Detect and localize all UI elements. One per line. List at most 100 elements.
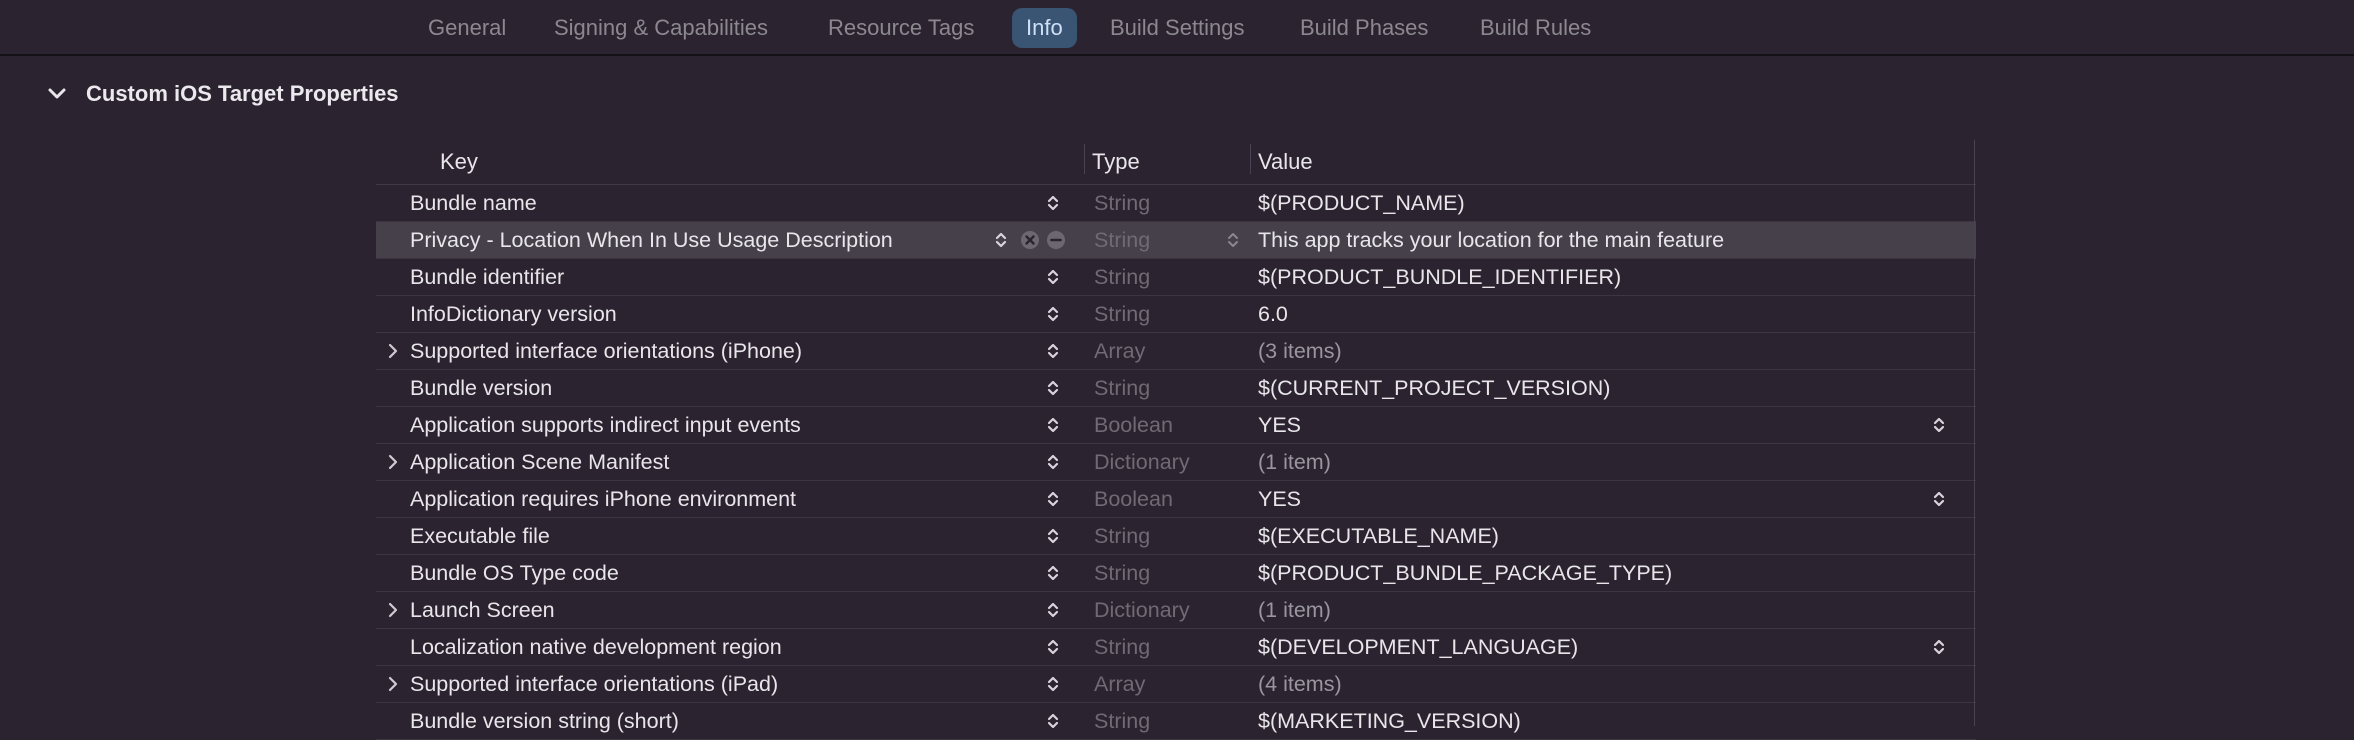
info-plist-table: Key Type Value Bundle name String $(PRODUC… — [376, 140, 1976, 740]
table-right-border — [1974, 140, 1975, 726]
row-type: Dictionary — [1094, 598, 1190, 622]
row-value[interactable]: $(PRODUCT_BUNDLE_PACKAGE_TYPE) — [1258, 555, 1672, 591]
table-row[interactable]: Supported interface orientations (iPhone… — [376, 333, 1976, 370]
tab-resource-tags[interactable]: Resource Tags — [814, 8, 988, 48]
tab-build-phases[interactable]: Build Phases — [1286, 8, 1442, 48]
table-row[interactable]: Executable file String $(EXECUTABLE_NAME) — [376, 518, 1976, 555]
value-stepper-icon[interactable] — [1928, 488, 1950, 510]
row-type: String — [1094, 524, 1151, 548]
key-stepper-icon[interactable] — [1042, 303, 1064, 325]
table-row[interactable]: Bundle version string (short) String $(MAR… — [376, 703, 1976, 740]
tab-build-settings[interactable]: Build Settings — [1096, 8, 1259, 48]
row-value[interactable]: (3 items) — [1258, 333, 1342, 369]
row-type: Array — [1094, 672, 1146, 696]
row-key[interactable]: Application supports indirect input even… — [410, 407, 801, 443]
row-key[interactable]: InfoDictionary version — [410, 296, 617, 332]
row-key[interactable]: Supported interface orientations (iPhone… — [410, 333, 802, 369]
column-header-type[interactable]: Type — [1092, 140, 1140, 184]
chevron-right-icon[interactable] — [382, 451, 404, 473]
row-value[interactable]: $(PRODUCT_NAME) — [1258, 185, 1465, 221]
key-stepper-icon[interactable] — [1042, 673, 1064, 695]
table-row[interactable]: Launch Screen Dictionary (1 item) — [376, 592, 1976, 629]
row-value[interactable]: (1 item) — [1258, 592, 1331, 628]
key-stepper-icon[interactable] — [1042, 562, 1064, 584]
type-stepper-icon[interactable] — [1222, 229, 1244, 251]
table-row[interactable]: Application requires iPhone environment B… — [376, 481, 1976, 518]
key-stepper-icon[interactable] — [1042, 599, 1064, 621]
row-key[interactable]: Supported interface orientations (iPad) — [410, 666, 778, 702]
row-key[interactable]: Bundle version — [410, 370, 552, 406]
tab-info[interactable]: Info — [1012, 8, 1077, 48]
add-row-icon[interactable] — [1020, 230, 1040, 250]
tab-general[interactable]: General — [414, 8, 520, 48]
row-key[interactable]: Executable file — [410, 518, 550, 554]
tab-signing-capabilities[interactable]: Signing & Capabilities — [540, 8, 782, 48]
table-row[interactable]: Application supports indirect input even… — [376, 407, 1976, 444]
table-row[interactable]: Bundle identifier String $(PRODUCT_BUNDLE_… — [376, 259, 1976, 296]
key-stepper-icon[interactable] — [1042, 488, 1064, 510]
table-row[interactable]: Supported interface orientations (iPad) A… — [376, 666, 1976, 703]
value-stepper-icon[interactable] — [1928, 636, 1950, 658]
column-divider[interactable] — [1084, 144, 1085, 174]
row-key[interactable]: Application requires iPhone environment — [410, 481, 796, 517]
key-stepper-icon[interactable] — [1042, 192, 1064, 214]
key-stepper-icon[interactable] — [1042, 377, 1064, 399]
row-type: Boolean — [1094, 413, 1173, 437]
value-stepper-icon[interactable] — [1928, 414, 1950, 436]
row-value[interactable]: $(CURRENT_PROJECT_VERSION) — [1258, 370, 1610, 406]
row-value[interactable]: This app tracks your location for the ma… — [1258, 222, 1724, 258]
row-key[interactable]: Bundle identifier — [410, 259, 564, 295]
key-stepper-icon[interactable] — [990, 229, 1012, 251]
row-value[interactable]: YES — [1258, 407, 1301, 443]
row-type: String — [1094, 228, 1151, 252]
row-value[interactable]: $(PRODUCT_BUNDLE_IDENTIFIER) — [1258, 259, 1621, 295]
row-value[interactable]: $(EXECUTABLE_NAME) — [1258, 518, 1499, 554]
table-row[interactable]: Bundle OS Type code String $(PRODUCT_BUNDL… — [376, 555, 1976, 592]
row-key[interactable]: Application Scene Manifest — [410, 444, 669, 480]
table-row[interactable]: Bundle version String $(CURRENT_PROJECT_VE… — [376, 370, 1976, 407]
remove-row-icon[interactable] — [1046, 230, 1066, 250]
chevron-right-icon[interactable] — [382, 599, 404, 621]
row-key[interactable]: Privacy - Location When In Use Usage Des… — [410, 222, 893, 258]
row-value[interactable]: $(DEVELOPMENT_LANGUAGE) — [1258, 629, 1578, 665]
row-key[interactable]: Bundle name — [410, 185, 537, 221]
key-stepper-icon[interactable] — [1042, 414, 1064, 436]
table-row[interactable]: Bundle name String $(PRODUCT_NAME) — [376, 185, 1976, 222]
key-stepper-icon[interactable] — [1042, 636, 1064, 658]
row-type: String — [1094, 265, 1151, 289]
row-value[interactable]: $(MARKETING_VERSION) — [1258, 703, 1521, 739]
row-type: Boolean — [1094, 487, 1173, 511]
table-row[interactable]: Privacy - Location When In Use Usage Des… — [376, 222, 1976, 259]
section-header-custom-ios-target-properties[interactable]: Custom iOS Target Properties — [44, 76, 399, 112]
key-stepper-icon[interactable] — [1042, 266, 1064, 288]
tab-build-rules[interactable]: Build Rules — [1466, 8, 1605, 48]
column-header-value[interactable]: Value — [1258, 140, 1313, 184]
column-header-key[interactable]: Key — [440, 140, 478, 184]
chevron-right-icon[interactable] — [382, 673, 404, 695]
row-type: String — [1094, 191, 1151, 215]
table-row[interactable]: Localization native development region St… — [376, 629, 1976, 666]
row-value[interactable]: YES — [1258, 481, 1301, 517]
key-stepper-icon[interactable] — [1042, 525, 1064, 547]
table-body: Bundle name String $(PRODUCT_NAME) Privacy … — [376, 185, 1976, 740]
column-divider[interactable] — [1250, 144, 1251, 174]
row-key[interactable]: Localization native development region — [410, 629, 782, 665]
section-title: Custom iOS Target Properties — [86, 81, 399, 106]
row-key[interactable]: Launch Screen — [410, 592, 555, 628]
row-value[interactable]: 6.0 — [1258, 296, 1288, 332]
table-row[interactable]: InfoDictionary version String 6.0 — [376, 296, 1976, 333]
row-type: Array — [1094, 339, 1146, 363]
editor-tab-bar: General Signing & Capabilities Resource … — [0, 0, 2354, 56]
row-value[interactable]: (1 item) — [1258, 444, 1331, 480]
table-row[interactable]: Application Scene Manifest Dictionary (1 i… — [376, 444, 1976, 481]
key-stepper-icon[interactable] — [1042, 710, 1064, 732]
row-key[interactable]: Bundle version string (short) — [410, 703, 679, 739]
row-key[interactable]: Bundle OS Type code — [410, 555, 619, 591]
chevron-right-icon[interactable] — [382, 340, 404, 362]
row-value[interactable]: (4 items) — [1258, 666, 1342, 702]
key-stepper-icon[interactable] — [1042, 451, 1064, 473]
row-type: String — [1094, 561, 1151, 585]
chevron-down-icon[interactable] — [44, 81, 70, 107]
table-header: Key Type Value — [376, 140, 1976, 185]
key-stepper-icon[interactable] — [1042, 340, 1064, 362]
